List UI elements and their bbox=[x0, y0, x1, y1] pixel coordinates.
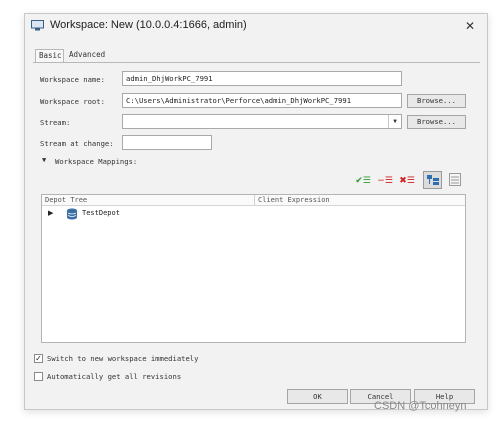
workspace-name-label: Workspace name: bbox=[40, 75, 105, 84]
workspace-root-browse-button[interactable]: Browse... bbox=[407, 94, 466, 108]
workspace-name-input[interactable]: admin_DhjWorkPC_7991 bbox=[122, 71, 402, 86]
expand-arrow-icon[interactable]: ▶ bbox=[48, 209, 53, 217]
col-client-expression[interactable]: Client Expression bbox=[258, 195, 330, 206]
workspace-mappings-label: Workspace Mappings: bbox=[55, 157, 138, 166]
chevron-down-icon[interactable]: ▼ bbox=[388, 115, 401, 128]
ok-button[interactable]: OK bbox=[287, 389, 348, 404]
tree-row[interactable]: ▶ TestDepot bbox=[42, 208, 465, 220]
col-depot-tree[interactable]: Depot Tree bbox=[45, 195, 87, 206]
auto-get-revisions-label: Automatically get all revisions bbox=[47, 372, 182, 381]
p4v-app-icon bbox=[31, 20, 44, 31]
text-view-icon[interactable] bbox=[449, 173, 461, 186]
stream-at-change-label: Stream at change: bbox=[40, 139, 114, 148]
include-mapping-icon[interactable]: ✔☰ bbox=[355, 174, 371, 188]
stream-label: Stream: bbox=[40, 118, 71, 127]
tab-advanced[interactable]: Advanced bbox=[66, 49, 108, 63]
auto-get-revisions-checkbox[interactable] bbox=[34, 372, 43, 381]
tree-header: Depot Tree Client Expression bbox=[42, 195, 465, 206]
workspace-root-input[interactable]: C:\Users\Administrator\Perforce\admin_Dh… bbox=[122, 93, 402, 108]
switch-workspace-label: Switch to new workspace immediately bbox=[47, 354, 199, 363]
tree-view-icon bbox=[427, 175, 439, 185]
tab-basic[interactable]: Basic bbox=[35, 49, 64, 63]
close-icon[interactable]: ✕ bbox=[461, 17, 479, 35]
depot-icon bbox=[67, 208, 77, 220]
workspace-root-label: Workspace root: bbox=[40, 97, 105, 106]
mappings-expand-icon[interactable]: ▼ bbox=[42, 156, 46, 164]
stream-select[interactable]: ▼ bbox=[122, 114, 402, 129]
tree-view-toggle[interactable] bbox=[423, 171, 442, 189]
column-divider[interactable] bbox=[254, 195, 255, 206]
depot-name[interactable]: TestDepot bbox=[82, 208, 120, 219]
csdn-watermark: CSDN @Tcohneyn bbox=[374, 400, 467, 412]
dialog-title: Workspace: New (10.0.0.4:1666, admin) bbox=[50, 19, 247, 31]
workspace-dialog: Workspace: New (10.0.0.4:1666, admin) ✕ … bbox=[24, 13, 488, 410]
title-bar: Workspace: New (10.0.0.4:1666, admin) ✕ bbox=[25, 14, 487, 38]
stream-at-change-input[interactable] bbox=[122, 135, 212, 150]
switch-workspace-checkbox[interactable]: ✓ bbox=[34, 354, 43, 363]
stream-browse-button[interactable]: Browse... bbox=[407, 115, 466, 129]
exclude-mapping-icon[interactable]: −☰ bbox=[377, 174, 393, 188]
mappings-tree[interactable]: Depot Tree Client Expression ▶ TestDepot bbox=[41, 194, 466, 343]
clear-mapping-icon[interactable]: ✖☰ bbox=[399, 174, 415, 188]
